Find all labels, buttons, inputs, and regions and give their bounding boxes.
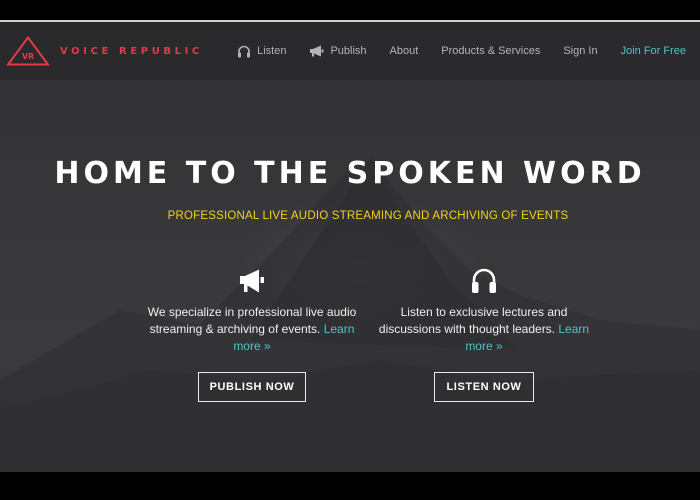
megaphone-icon-wrap: [137, 266, 367, 296]
window-top-bar: [0, 0, 700, 20]
main-nav: Listen Publish About Products & Services…: [214, 22, 686, 80]
hero-subtitle: PROFESSIONAL LIVE AUDIO STREAMING AND AR…: [167, 210, 569, 222]
publish-description: We specialize in professional live audio…: [137, 304, 367, 355]
vr-logo-icon: VR: [6, 36, 50, 66]
nav-sign-in[interactable]: Sign In: [563, 45, 597, 57]
home-logo-link[interactable]: VR VOICE REPUBLIC: [6, 36, 203, 66]
nav-publish-label: Publish: [330, 45, 367, 57]
site-header: VR VOICE REPUBLIC Listen Publish About P…: [0, 22, 700, 80]
nav-products-services[interactable]: Products & Services: [441, 45, 540, 57]
listen-column: Listen to exclusive lectures and discuss…: [369, 266, 599, 402]
nav-signin-label: Sign In: [563, 45, 598, 57]
nav-about[interactable]: About: [390, 45, 419, 57]
nav-about-label: About: [389, 45, 419, 57]
hero-title: HOME TO THE SPOKEN WORD: [54, 156, 646, 191]
listen-text: Listen to exclusive lectures and discuss…: [378, 305, 568, 336]
megaphone-icon: [310, 45, 324, 57]
publish-now-button[interactable]: PUBLISH NOW: [197, 372, 307, 402]
headphones-icon: [472, 268, 496, 293]
nav-join-label: Join For Free: [620, 45, 686, 57]
nav-listen[interactable]: Listen: [237, 45, 286, 58]
join-for-free-link[interactable]: Join For Free: [621, 45, 686, 57]
brand-name: VOICE REPUBLIC: [60, 45, 203, 57]
headphones-icon: [238, 45, 251, 57]
megaphone-icon: [240, 269, 264, 293]
nav-publish[interactable]: Publish: [309, 45, 367, 57]
nav-listen-label: Listen: [257, 45, 287, 57]
hero-section: HOME TO THE SPOKEN WORD PROFESSIONAL LIV…: [0, 80, 700, 472]
listen-description: Listen to exclusive lectures and discuss…: [369, 304, 599, 355]
headphones-icon-wrap: [369, 266, 599, 296]
window-bottom-bar: [0, 472, 700, 500]
nav-products-label: Products & Services: [441, 45, 541, 57]
listen-now-button[interactable]: LISTEN NOW: [434, 372, 534, 402]
publish-column: We specialize in professional live audio…: [137, 266, 367, 402]
logo-text: VR: [22, 52, 34, 61]
